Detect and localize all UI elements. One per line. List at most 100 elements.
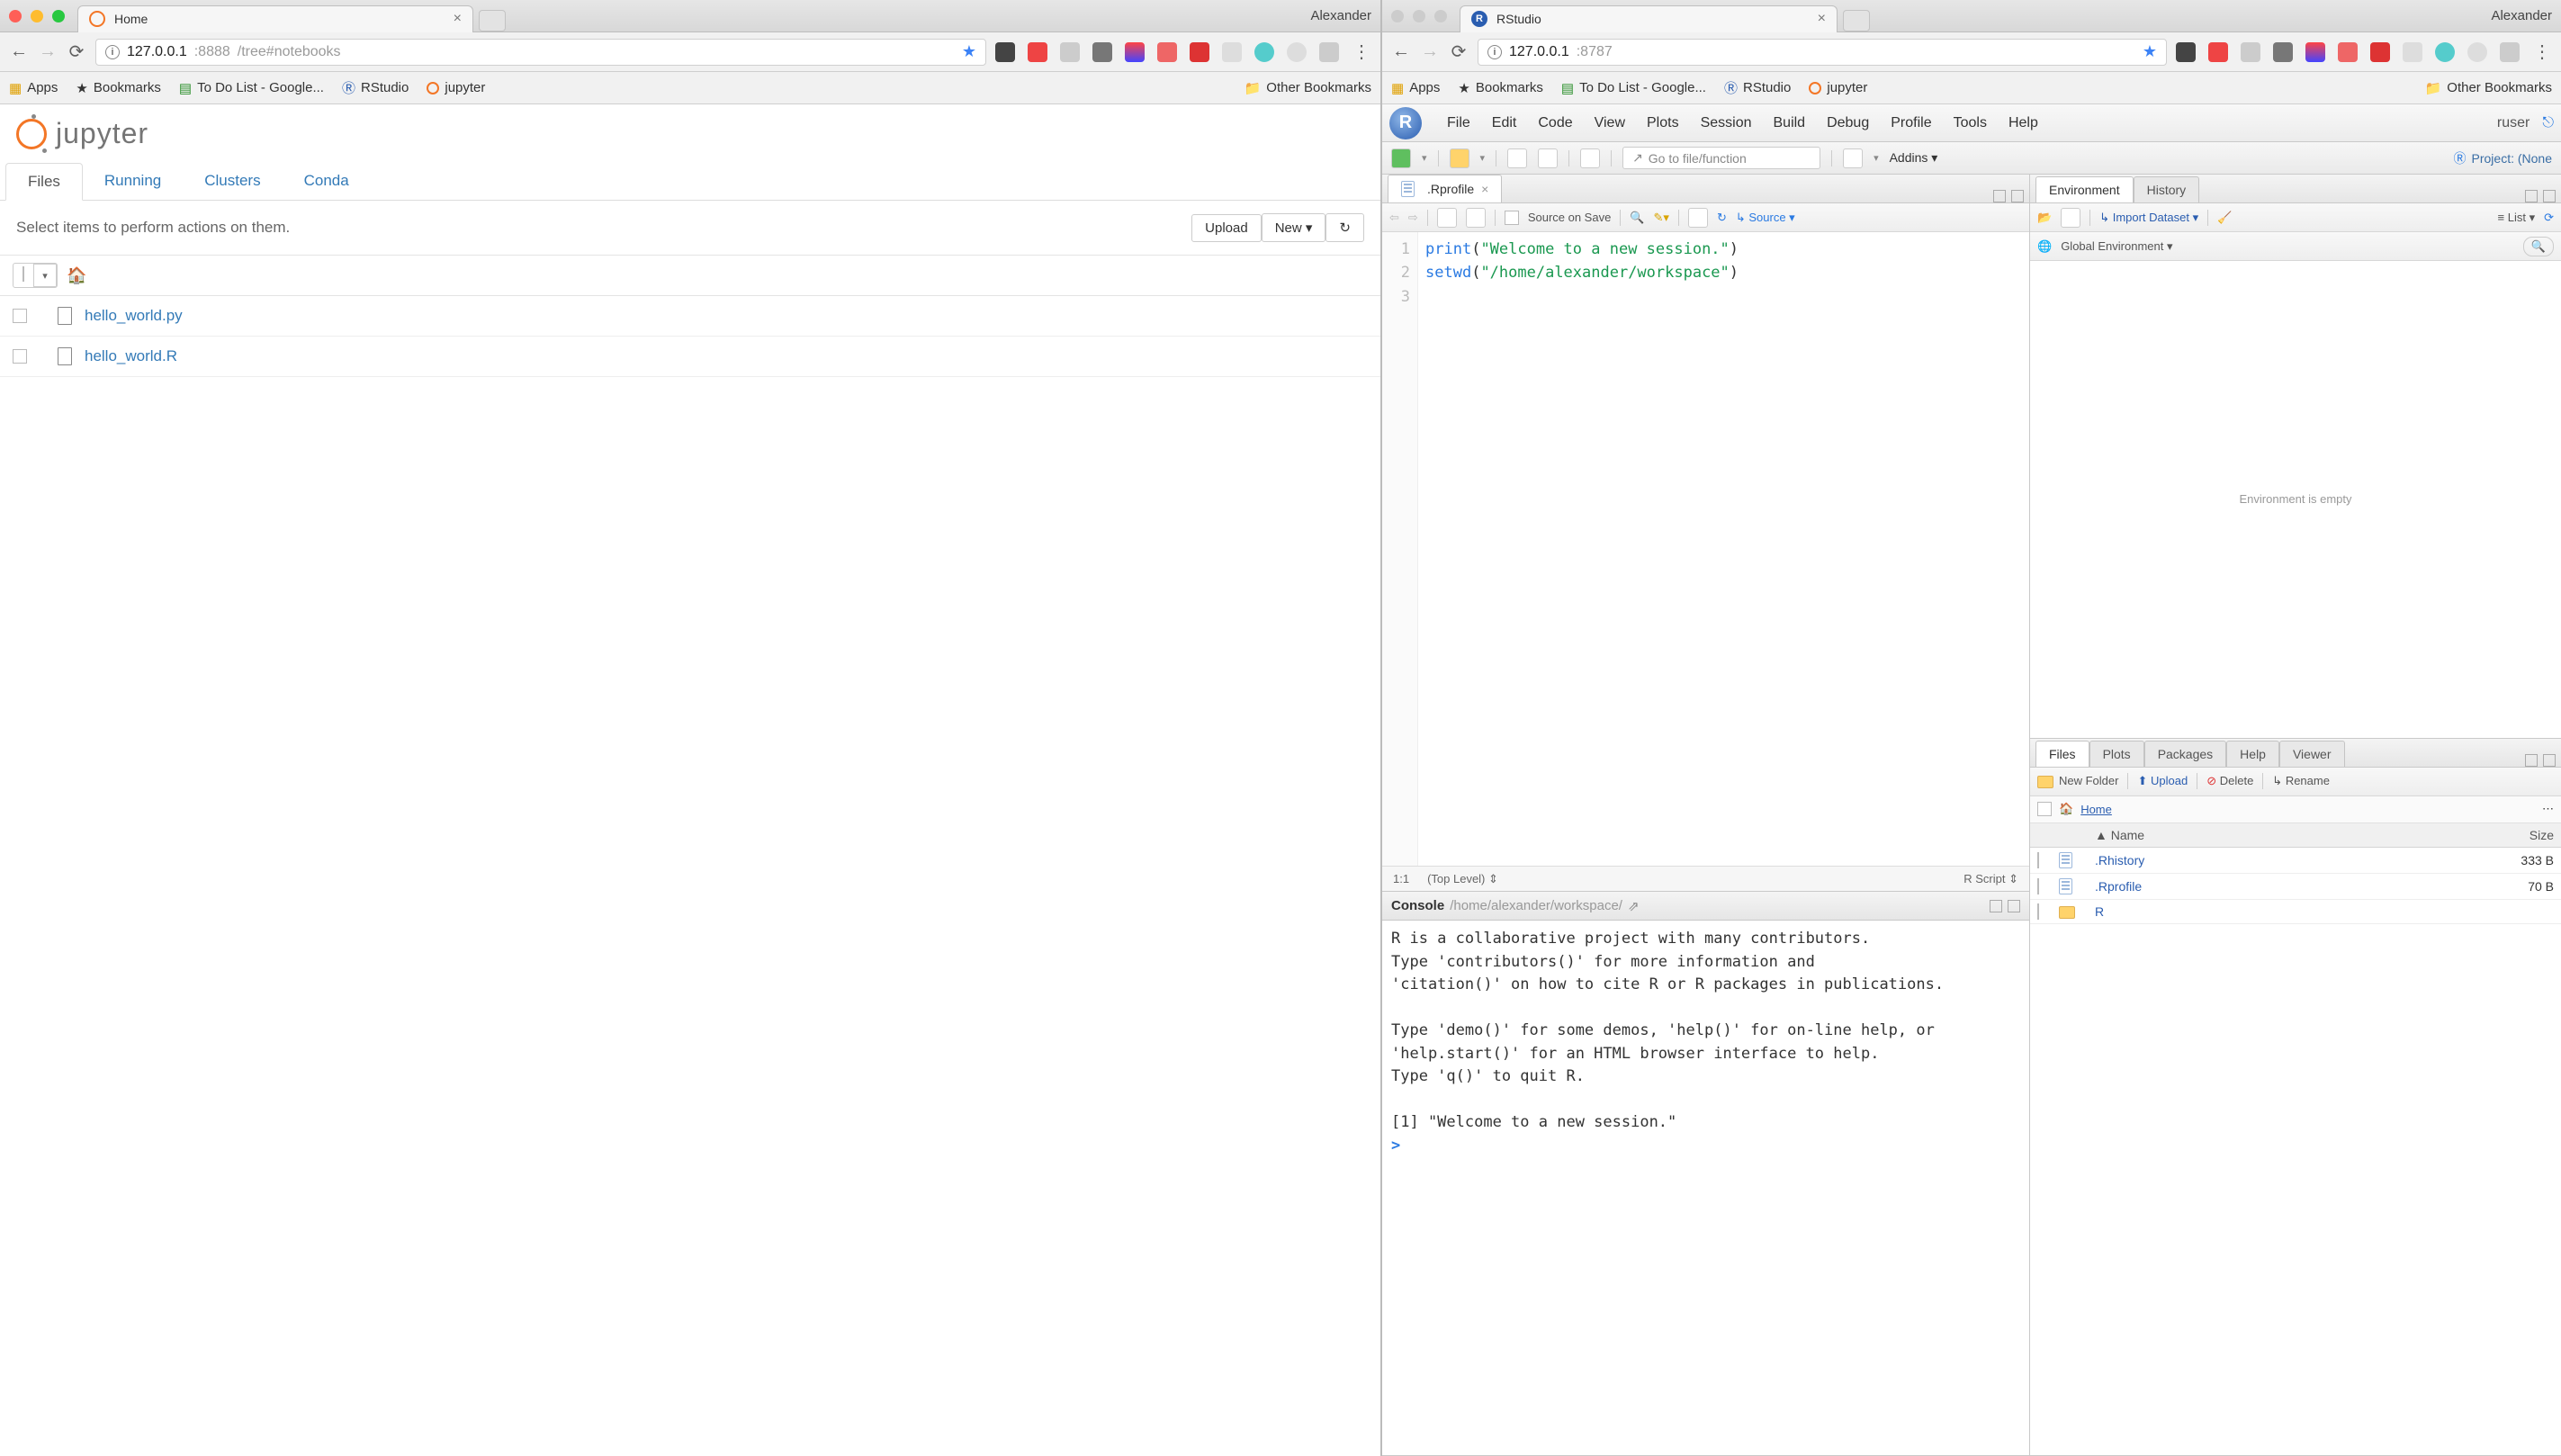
file-row[interactable]: R (2030, 900, 2561, 924)
maximize-icon[interactable] (2543, 190, 2556, 202)
ext-icon[interactable] (1028, 42, 1047, 62)
back-icon[interactable]: ← (9, 42, 29, 62)
tab-packages[interactable]: Packages (2144, 741, 2226, 767)
minimize-icon[interactable] (1993, 190, 2006, 202)
traffic-lights-inactive[interactable] (1391, 10, 1447, 22)
ext-icon[interactable] (1060, 42, 1080, 62)
ext-icon[interactable] (2176, 42, 2196, 62)
wand-icon[interactable]: ✎▾ (1654, 211, 1669, 225)
menu-code[interactable]: Code (1538, 115, 1572, 131)
file-link[interactable]: .Rhistory (2095, 853, 2144, 867)
find-icon[interactable]: 🔍 (1630, 211, 1644, 225)
reload-icon[interactable]: ⟳ (1449, 42, 1469, 62)
bookmark-star-icon[interactable]: ★ (2143, 42, 2157, 61)
close-icon[interactable]: × (454, 11, 462, 27)
row-checkbox[interactable] (2037, 903, 2039, 920)
ext-icon[interactable] (1190, 42, 1209, 62)
ext-icon[interactable] (2370, 42, 2390, 62)
col-name[interactable]: ▲ Name (2088, 823, 2489, 848)
source-button[interactable]: ↳ Source ▾ (1736, 211, 1795, 225)
scope[interactable]: (Top Level) ⇕ (1427, 872, 1498, 886)
ext-icon[interactable] (1319, 42, 1339, 62)
menu-session[interactable]: Session (1701, 115, 1752, 131)
other-bookmarks[interactable]: 📁Other Bookmarks (1245, 80, 1371, 96)
rename-button[interactable]: ↳ Rename (2272, 774, 2330, 788)
chrome-profile[interactable]: Alexander (2491, 8, 2552, 23)
bookmark-item[interactable]: ★Bookmarks (76, 80, 160, 96)
file-row[interactable]: .Rprofile 70 B (2030, 873, 2561, 899)
new-button[interactable]: New ▾ (1262, 213, 1326, 242)
menu-view[interactable]: View (1595, 115, 1625, 131)
env-scope[interactable]: Global Environment ▾ (2061, 239, 2172, 254)
ext-icon[interactable] (2403, 42, 2422, 62)
upload-button[interactable]: Upload (1191, 214, 1262, 242)
traffic-lights[interactable] (9, 10, 65, 22)
tab-conda[interactable]: Conda (283, 163, 371, 200)
crumb-home[interactable]: Home (2080, 803, 2112, 816)
select-all-checkbox[interactable] (22, 266, 24, 282)
back-icon[interactable]: ← (1391, 42, 1411, 62)
menu-debug[interactable]: Debug (1827, 115, 1869, 131)
breadcrumb-home-icon[interactable]: 🏠 (67, 266, 86, 285)
ext-icon[interactable] (2273, 42, 2293, 62)
ext-icon[interactable] (2241, 42, 2260, 62)
delete-button[interactable]: ⊘ Delete (2206, 774, 2253, 788)
saveall-icon[interactable] (1538, 148, 1558, 168)
back-icon[interactable]: ⇦ (1389, 211, 1399, 225)
select-all-checkbox[interactable] (2037, 802, 2052, 816)
minimize-icon[interactable] (2525, 754, 2538, 767)
tab-clusters[interactable]: Clusters (183, 163, 282, 200)
ext-icon[interactable] (2500, 42, 2520, 62)
console-output[interactable]: R is a collaborative project with many c… (1382, 921, 2029, 1455)
bookmark-item[interactable]: jupyter (427, 80, 485, 95)
other-bookmarks[interactable]: 📁Other Bookmarks (2425, 80, 2552, 96)
info-icon[interactable]: i (1487, 45, 1502, 59)
row-checkbox[interactable] (13, 349, 27, 364)
open-icon[interactable] (1450, 148, 1469, 168)
project-selector[interactable]: ⓇProject: (None (2454, 149, 2552, 167)
home-icon[interactable]: 🏠 (2059, 802, 2073, 816)
tab-history[interactable]: History (2134, 176, 2200, 202)
tab-help[interactable]: Help (2226, 741, 2279, 767)
ext-icon[interactable] (1125, 42, 1145, 62)
file-type[interactable]: R Script ⇕ (1963, 872, 2018, 886)
goto-file-input[interactable]: ↗Go to file/function (1622, 147, 1820, 169)
file-link[interactable]: hello_world.py (85, 307, 183, 325)
print-icon[interactable] (1580, 148, 1600, 168)
signout-icon[interactable]: ⎋ (2542, 115, 2554, 131)
grid-icon[interactable] (1843, 148, 1863, 168)
apps-shortcut[interactable]: ▦Apps (9, 80, 58, 96)
bookmark-item[interactable]: ⓇRStudio (342, 78, 409, 97)
broom-icon[interactable]: 🧹 (2217, 211, 2232, 225)
ext-icon[interactable] (1157, 42, 1177, 62)
forward-icon[interactable]: ⇨ (1408, 211, 1418, 225)
bookmark-item[interactable]: ▤To Do List - Google... (1561, 80, 1706, 96)
info-icon[interactable]: i (105, 45, 120, 59)
minimize-icon[interactable] (1990, 900, 2002, 912)
url-field[interactable]: i 127.0.0.1:8888/tree#notebooks ★ (95, 39, 986, 66)
source-tab-rprofile[interactable]: .Rprofile × (1388, 175, 1502, 202)
menu-tools[interactable]: Tools (1954, 115, 1987, 131)
tab-environment[interactable]: Environment (2035, 176, 2134, 202)
ext-icon[interactable] (2208, 42, 2228, 62)
row-checkbox[interactable] (2037, 852, 2039, 868)
menu-edit[interactable]: Edit (1492, 115, 1517, 131)
row-checkbox[interactable] (2037, 878, 2039, 894)
new-tab-button[interactable] (1843, 10, 1870, 31)
bookmark-star-icon[interactable]: ★ (962, 42, 976, 61)
addins-menu[interactable]: Addins ▾ (1890, 150, 1938, 166)
rerun-icon[interactable]: ↻ (1717, 211, 1727, 225)
apps-shortcut[interactable]: ▦Apps (1391, 80, 1440, 96)
save-icon[interactable] (1507, 148, 1527, 168)
refresh-icon[interactable]: ⟳ (2544, 211, 2554, 225)
file-row[interactable]: hello_world.R (0, 337, 1380, 377)
file-link[interactable]: hello_world.R (85, 347, 177, 365)
tab-files[interactable]: Files (2035, 741, 2089, 767)
menu-icon[interactable]: ⋮ (1352, 42, 1371, 62)
chrome-profile[interactable]: Alexander (1310, 8, 1371, 23)
env-search[interactable]: 🔍 (2523, 237, 2554, 256)
reload-icon[interactable]: ⟳ (67, 42, 86, 62)
ext-icon[interactable] (2305, 42, 2325, 62)
ext-icon[interactable] (2467, 42, 2487, 62)
ext-icon[interactable] (1254, 42, 1274, 62)
